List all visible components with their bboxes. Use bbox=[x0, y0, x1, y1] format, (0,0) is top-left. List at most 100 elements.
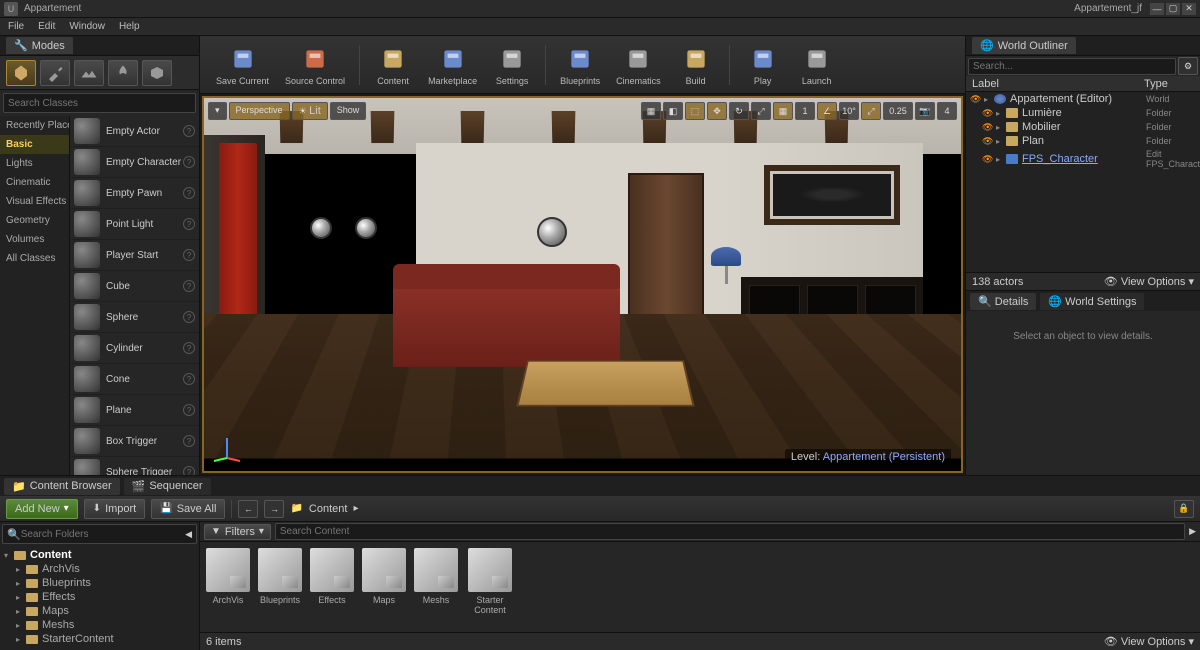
actor-cube[interactable]: Cube? bbox=[70, 271, 199, 302]
asset-effects[interactable]: Effects bbox=[310, 548, 354, 626]
tree-node-content[interactable]: ▾Content bbox=[2, 548, 197, 562]
geometry-mode-button[interactable] bbox=[142, 60, 172, 86]
actor-sphere-trigger[interactable]: Sphere Trigger? bbox=[70, 457, 199, 475]
viewport-menu-button[interactable]: ▾ bbox=[208, 102, 227, 120]
actor-sphere[interactable]: Sphere? bbox=[70, 302, 199, 333]
maximize-button[interactable]: ▢ bbox=[1166, 3, 1180, 15]
category-recently-placed[interactable]: Recently Placed bbox=[0, 116, 69, 135]
tab-modes[interactable]: 🔧 Modes bbox=[6, 37, 73, 54]
tree-node-startercontent[interactable]: ▸StarterContent bbox=[2, 632, 197, 646]
expand-assets-button[interactable]: ▶ bbox=[1189, 526, 1196, 537]
help-icon[interactable]: ? bbox=[183, 466, 195, 475]
cb-view-options[interactable]: 👁 View Options ▾ bbox=[1104, 635, 1194, 648]
actor-empty-actor[interactable]: Empty Actor? bbox=[70, 116, 199, 147]
filters-button[interactable]: ▼ Filters ▾ bbox=[204, 524, 271, 540]
outliner-view-options[interactable]: 👁 View Options ▾ bbox=[1104, 275, 1194, 288]
actor-empty-pawn[interactable]: Empty Pawn? bbox=[70, 178, 199, 209]
select-tool-button[interactable]: ⬚ bbox=[685, 102, 705, 120]
category-volumes[interactable]: Volumes bbox=[0, 230, 69, 249]
search-content-input[interactable] bbox=[275, 523, 1185, 540]
category-all-classes[interactable]: All Classes bbox=[0, 249, 69, 268]
tab-sequencer[interactable]: 🎬Sequencer bbox=[124, 478, 211, 495]
grid-snap-button[interactable]: ▦ bbox=[773, 102, 793, 120]
angle-snap-button[interactable]: ∠ bbox=[817, 102, 837, 120]
outliner-search-input[interactable] bbox=[968, 58, 1176, 75]
landscape-mode-button[interactable] bbox=[74, 60, 104, 86]
outliner-row[interactable]: 👁▸MobilierFolder bbox=[966, 120, 1200, 134]
asset-grid[interactable]: ArchVisBlueprintsEffectsMapsMeshsStarter… bbox=[200, 542, 1200, 632]
tab-world-outliner[interactable]: 🌐World Outliner bbox=[972, 37, 1076, 54]
help-icon[interactable]: ? bbox=[183, 156, 195, 168]
search-classes[interactable] bbox=[3, 93, 196, 113]
category-basic[interactable]: Basic bbox=[0, 135, 69, 154]
tab-content-browser[interactable]: 📁Content Browser bbox=[4, 478, 120, 495]
help-icon[interactable]: ? bbox=[183, 218, 195, 230]
actor-empty-character[interactable]: Empty Character? bbox=[70, 147, 199, 178]
place-mode-button[interactable] bbox=[6, 60, 36, 86]
tree-node-maps[interactable]: ▸Maps bbox=[2, 604, 197, 618]
tree-node-archvis[interactable]: ▸ArchVis bbox=[2, 562, 197, 576]
menu-edit[interactable]: Edit bbox=[38, 21, 55, 32]
visibility-icon[interactable]: 👁 bbox=[982, 154, 994, 165]
help-icon[interactable]: ? bbox=[183, 435, 195, 447]
tab-world-settings[interactable]: 🌐 World Settings bbox=[1040, 293, 1144, 310]
visibility-icon[interactable]: 👁 bbox=[970, 94, 982, 105]
breadcrumb[interactable]: 📁 Content ▸ bbox=[290, 503, 1168, 515]
outliner-header-label[interactable]: Label bbox=[972, 78, 1144, 90]
scale-tool-button[interactable]: ⤢ bbox=[751, 102, 771, 120]
path-back-button[interactable]: ← bbox=[238, 500, 258, 518]
search-classes-input[interactable] bbox=[8, 98, 191, 109]
actor-cone[interactable]: Cone? bbox=[70, 364, 199, 395]
lock-button[interactable]: 🔒 bbox=[1174, 500, 1194, 518]
build-button[interactable]: Build bbox=[671, 42, 721, 88]
help-icon[interactable]: ? bbox=[183, 187, 195, 199]
perspective-button[interactable]: Perspective bbox=[229, 102, 290, 120]
foliage-mode-button[interactable] bbox=[108, 60, 138, 86]
tab-details[interactable]: 🔍 Details bbox=[970, 293, 1036, 310]
actor-cylinder[interactable]: Cylinder? bbox=[70, 333, 199, 364]
help-icon[interactable]: ? bbox=[183, 404, 195, 416]
import-button[interactable]: ⬇ Import bbox=[84, 499, 146, 519]
category-geometry[interactable]: Geometry bbox=[0, 211, 69, 230]
help-icon[interactable]: ? bbox=[183, 311, 195, 323]
asset-maps[interactable]: Maps bbox=[362, 548, 406, 626]
tree-node-meshs[interactable]: ▸Meshs bbox=[2, 618, 197, 632]
visibility-icon[interactable]: 👁 bbox=[982, 136, 994, 147]
outliner-row[interactable]: 👁▸FPS_CharacterEdit FPS_Charact bbox=[966, 148, 1200, 170]
outliner-filter-button[interactable]: ⚙ bbox=[1178, 57, 1198, 75]
settings-button[interactable]: Settings bbox=[487, 42, 537, 88]
collapse-tree-button[interactable]: ◀ bbox=[185, 529, 192, 540]
asset-blueprints[interactable]: Blueprints bbox=[258, 548, 302, 626]
actor-box-trigger[interactable]: Box Trigger? bbox=[70, 426, 199, 457]
help-icon[interactable]: ? bbox=[183, 125, 195, 137]
tree-node-blueprints[interactable]: ▸Blueprints bbox=[2, 576, 197, 590]
visibility-icon[interactable]: 👁 bbox=[982, 108, 994, 119]
actor-plane[interactable]: Plane? bbox=[70, 395, 199, 426]
save-current-button[interactable]: Save Current bbox=[210, 42, 275, 88]
help-icon[interactable]: ? bbox=[183, 280, 195, 292]
path-forward-button[interactable]: → bbox=[264, 500, 284, 518]
cinematics-button[interactable]: Cinematics bbox=[610, 42, 667, 88]
play-button[interactable]: Play bbox=[738, 42, 788, 88]
viewport[interactable]: ▾ Perspective ☀ Lit Show ▦ ◧ ⬚ ✥ ↻ ⤢ ▦ 1… bbox=[202, 96, 963, 473]
outliner-row[interactable]: 👁▸Appartement (Editor)World bbox=[966, 92, 1200, 106]
lit-button[interactable]: ☀ Lit bbox=[292, 102, 328, 120]
actor-point-light[interactable]: Point Light? bbox=[70, 209, 199, 240]
menu-window[interactable]: Window bbox=[69, 21, 105, 32]
blueprints-button[interactable]: Blueprints bbox=[554, 42, 606, 88]
menu-file[interactable]: File bbox=[8, 21, 24, 32]
menu-help[interactable]: Help bbox=[119, 21, 140, 32]
asset-starter-content[interactable]: Starter Content bbox=[466, 548, 514, 626]
marketplace-button[interactable]: Marketplace bbox=[422, 42, 483, 88]
outliner-row[interactable]: 👁▸LumièreFolder bbox=[966, 106, 1200, 120]
asset-archvis[interactable]: ArchVis bbox=[206, 548, 250, 626]
category-visual-effects[interactable]: Visual Effects bbox=[0, 192, 69, 211]
scale-snap-value[interactable]: 0.25 bbox=[883, 102, 913, 120]
launch-button[interactable]: Launch bbox=[792, 42, 842, 88]
outliner-tree[interactable]: 👁▸Appartement (Editor)World👁▸LumièreFold… bbox=[966, 92, 1200, 272]
search-folders-input[interactable] bbox=[21, 529, 185, 540]
actor-player-start[interactable]: Player Start? bbox=[70, 240, 199, 271]
paint-mode-button[interactable] bbox=[40, 60, 70, 86]
angle-snap-value[interactable]: 10° bbox=[839, 102, 859, 120]
save-all-button[interactable]: 💾 Save All bbox=[151, 499, 225, 519]
